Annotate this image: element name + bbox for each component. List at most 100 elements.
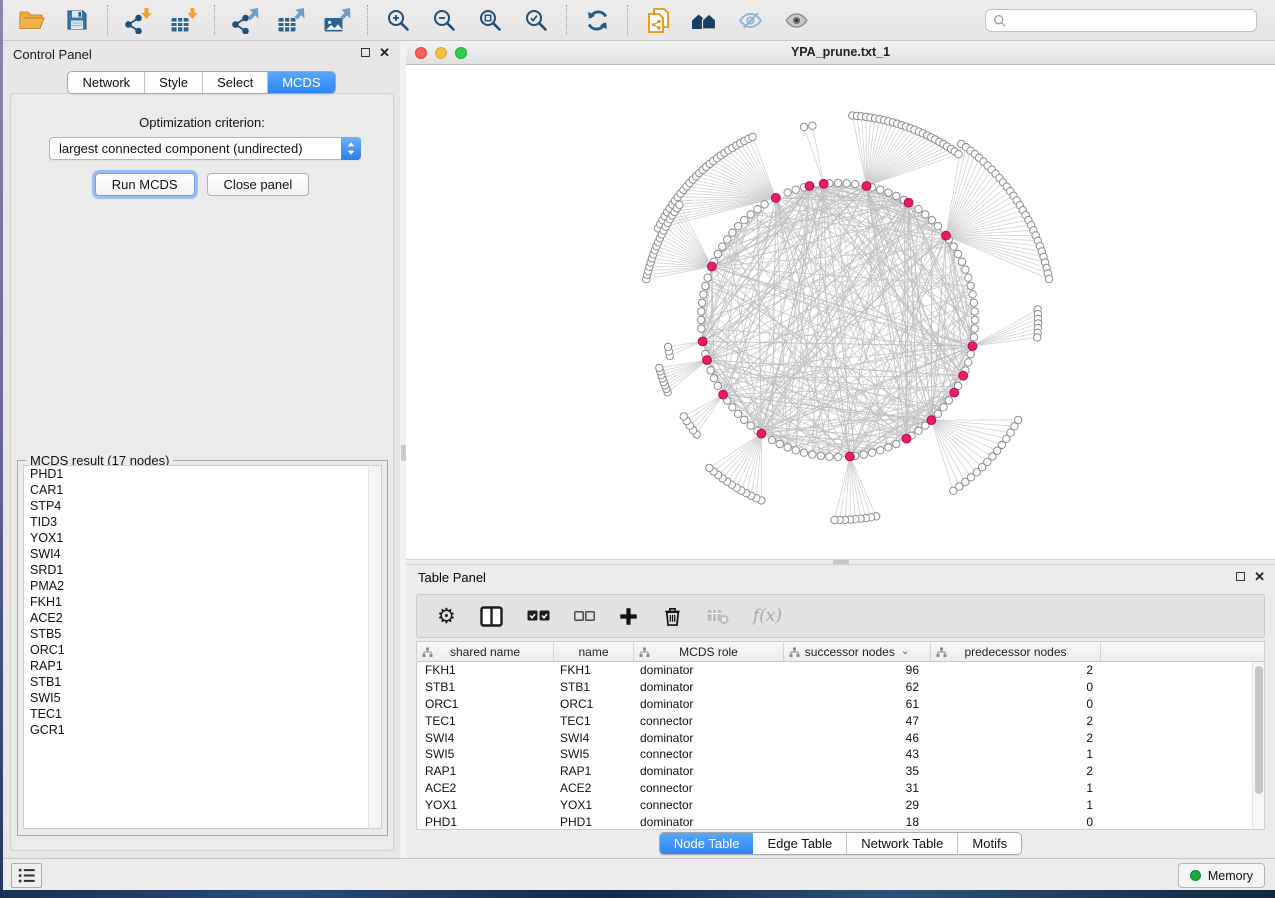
dominator-node[interactable]: [805, 182, 814, 191]
network-node[interactable]: [928, 216, 935, 223]
plus-icon[interactable]: [619, 607, 638, 626]
table-row[interactable]: TEC1TEC1connector472: [417, 712, 1252, 729]
zoom-fit-magnifier-icon[interactable]: [474, 4, 506, 36]
network-node[interactable]: [724, 236, 731, 243]
table-row[interactable]: RAP1RAP1dominator352: [417, 763, 1252, 780]
dominator-node[interactable]: [703, 356, 712, 365]
network-node[interactable]: [826, 453, 833, 460]
dominator-node[interactable]: [846, 452, 855, 461]
memory-button[interactable]: Memory: [1178, 863, 1265, 888]
table-row[interactable]: SWI5SWI5connector431: [417, 746, 1252, 763]
network-node[interactable]: [700, 291, 707, 298]
network-node[interactable]: [922, 211, 929, 218]
dominator-node[interactable]: [862, 182, 871, 191]
mcds-result-item[interactable]: STP4: [24, 498, 381, 514]
network-node[interactable]: [729, 404, 736, 411]
eye-icon[interactable]: [780, 4, 812, 36]
export-network-icon[interactable]: [229, 4, 261, 36]
close-panel-button[interactable]: Close panel: [207, 173, 310, 196]
scrollbar-thumb[interactable]: [1255, 666, 1263, 794]
network-node[interactable]: [934, 223, 941, 230]
network-node[interactable]: [971, 316, 978, 323]
dominator-node[interactable]: [819, 179, 828, 188]
network-node[interactable]: [710, 375, 717, 382]
mcds-result-item[interactable]: FKH1: [24, 594, 381, 610]
column-header-shared-name[interactable]: shared name: [417, 642, 554, 661]
network-node[interactable]: [680, 413, 687, 420]
two-houses-icon[interactable]: [688, 4, 720, 36]
network-node[interactable]: [915, 427, 922, 434]
column-header-successor-nodes[interactable]: successor nodes⌄: [784, 642, 931, 661]
gear-icon[interactable]: ⚙: [437, 606, 456, 626]
network-node[interactable]: [800, 123, 807, 130]
network-node[interactable]: [868, 449, 875, 456]
split-columns-icon[interactable]: [480, 606, 503, 627]
network-node[interactable]: [893, 440, 900, 447]
float-panel-icon[interactable]: [361, 48, 370, 57]
mcds-result-item[interactable]: TEC1: [24, 706, 381, 722]
column-header-MCDS-role[interactable]: MCDS role: [634, 642, 784, 661]
tab-mcds[interactable]: MCDS: [268, 72, 334, 93]
tab-style[interactable]: Style: [145, 72, 203, 93]
network-canvas[interactable]: [406, 65, 1275, 559]
mcds-result-item[interactable]: STB5: [24, 626, 381, 642]
dominator-node[interactable]: [942, 231, 951, 240]
import-table-icon[interactable]: [168, 4, 200, 36]
network-node[interactable]: [698, 325, 705, 332]
network-node[interactable]: [1045, 275, 1052, 282]
network-node[interactable]: [958, 258, 965, 265]
column-header-predecessor-nodes[interactable]: predecessor nodes: [931, 642, 1101, 661]
export-table-icon[interactable]: [275, 4, 307, 36]
eye-slash-icon[interactable]: [734, 4, 766, 36]
dominator-node[interactable]: [959, 371, 968, 380]
network-node[interactable]: [761, 201, 768, 208]
network-node[interactable]: [706, 464, 713, 471]
export-image-icon[interactable]: [321, 4, 353, 36]
network-node[interactable]: [945, 397, 952, 404]
zoom-selected-magnifier-icon[interactable]: [520, 4, 552, 36]
network-node[interactable]: [965, 359, 972, 366]
network-node[interactable]: [834, 453, 841, 460]
optimization-criterion-select[interactable]: largest connected component (undirected): [49, 137, 361, 160]
zoom-out-magnifier-icon[interactable]: [428, 4, 460, 36]
tab-edge-table[interactable]: Edge Table: [753, 833, 847, 854]
close-panel-icon[interactable]: ✕: [379, 48, 390, 57]
network-node[interactable]: [965, 274, 972, 281]
network-node[interactable]: [809, 451, 816, 458]
table-row[interactable]: ORC1ORC1dominator610: [417, 696, 1252, 713]
trash-icon[interactable]: [662, 605, 683, 627]
network-node[interactable]: [792, 447, 799, 454]
network-node[interactable]: [664, 343, 671, 350]
dominator-node[interactable]: [708, 262, 717, 271]
table-row[interactable]: YOX1YOX1connector291: [417, 796, 1252, 813]
network-node[interactable]: [877, 186, 884, 193]
network-node[interactable]: [852, 180, 859, 187]
mcds-result-item[interactable]: PHD1: [24, 466, 381, 482]
mcds-result-item[interactable]: YOX1: [24, 530, 381, 546]
dominator-node[interactable]: [902, 434, 911, 443]
network-node[interactable]: [885, 189, 892, 196]
network-node[interactable]: [950, 243, 957, 250]
mcds-result-item[interactable]: GCR1: [24, 722, 381, 738]
network-node[interactable]: [831, 516, 838, 523]
network-node[interactable]: [741, 416, 748, 423]
network-node[interactable]: [656, 364, 663, 371]
zoom-in-magnifier-icon[interactable]: [382, 4, 414, 36]
table-row[interactable]: STB1STB1dominator620: [417, 679, 1252, 696]
splitter-grip[interactable]: [833, 560, 849, 564]
table-scrollbar[interactable]: [1252, 662, 1264, 829]
select-all-checkboxes-icon[interactable]: [527, 610, 550, 622]
network-node[interactable]: [776, 440, 783, 447]
dominator-node[interactable]: [950, 388, 959, 397]
network-node[interactable]: [784, 189, 791, 196]
network-node[interactable]: [714, 250, 721, 257]
duplicate-network-document-icon[interactable]: [642, 4, 674, 36]
network-node[interactable]: [915, 206, 922, 213]
network-node[interactable]: [697, 316, 704, 323]
import-network-icon[interactable]: [122, 4, 154, 36]
search-box[interactable]: [985, 9, 1257, 32]
run-mcds-button[interactable]: Run MCDS: [95, 173, 195, 196]
network-node[interactable]: [969, 291, 976, 298]
network-node[interactable]: [754, 206, 761, 213]
float-panel-icon[interactable]: [1236, 572, 1245, 581]
